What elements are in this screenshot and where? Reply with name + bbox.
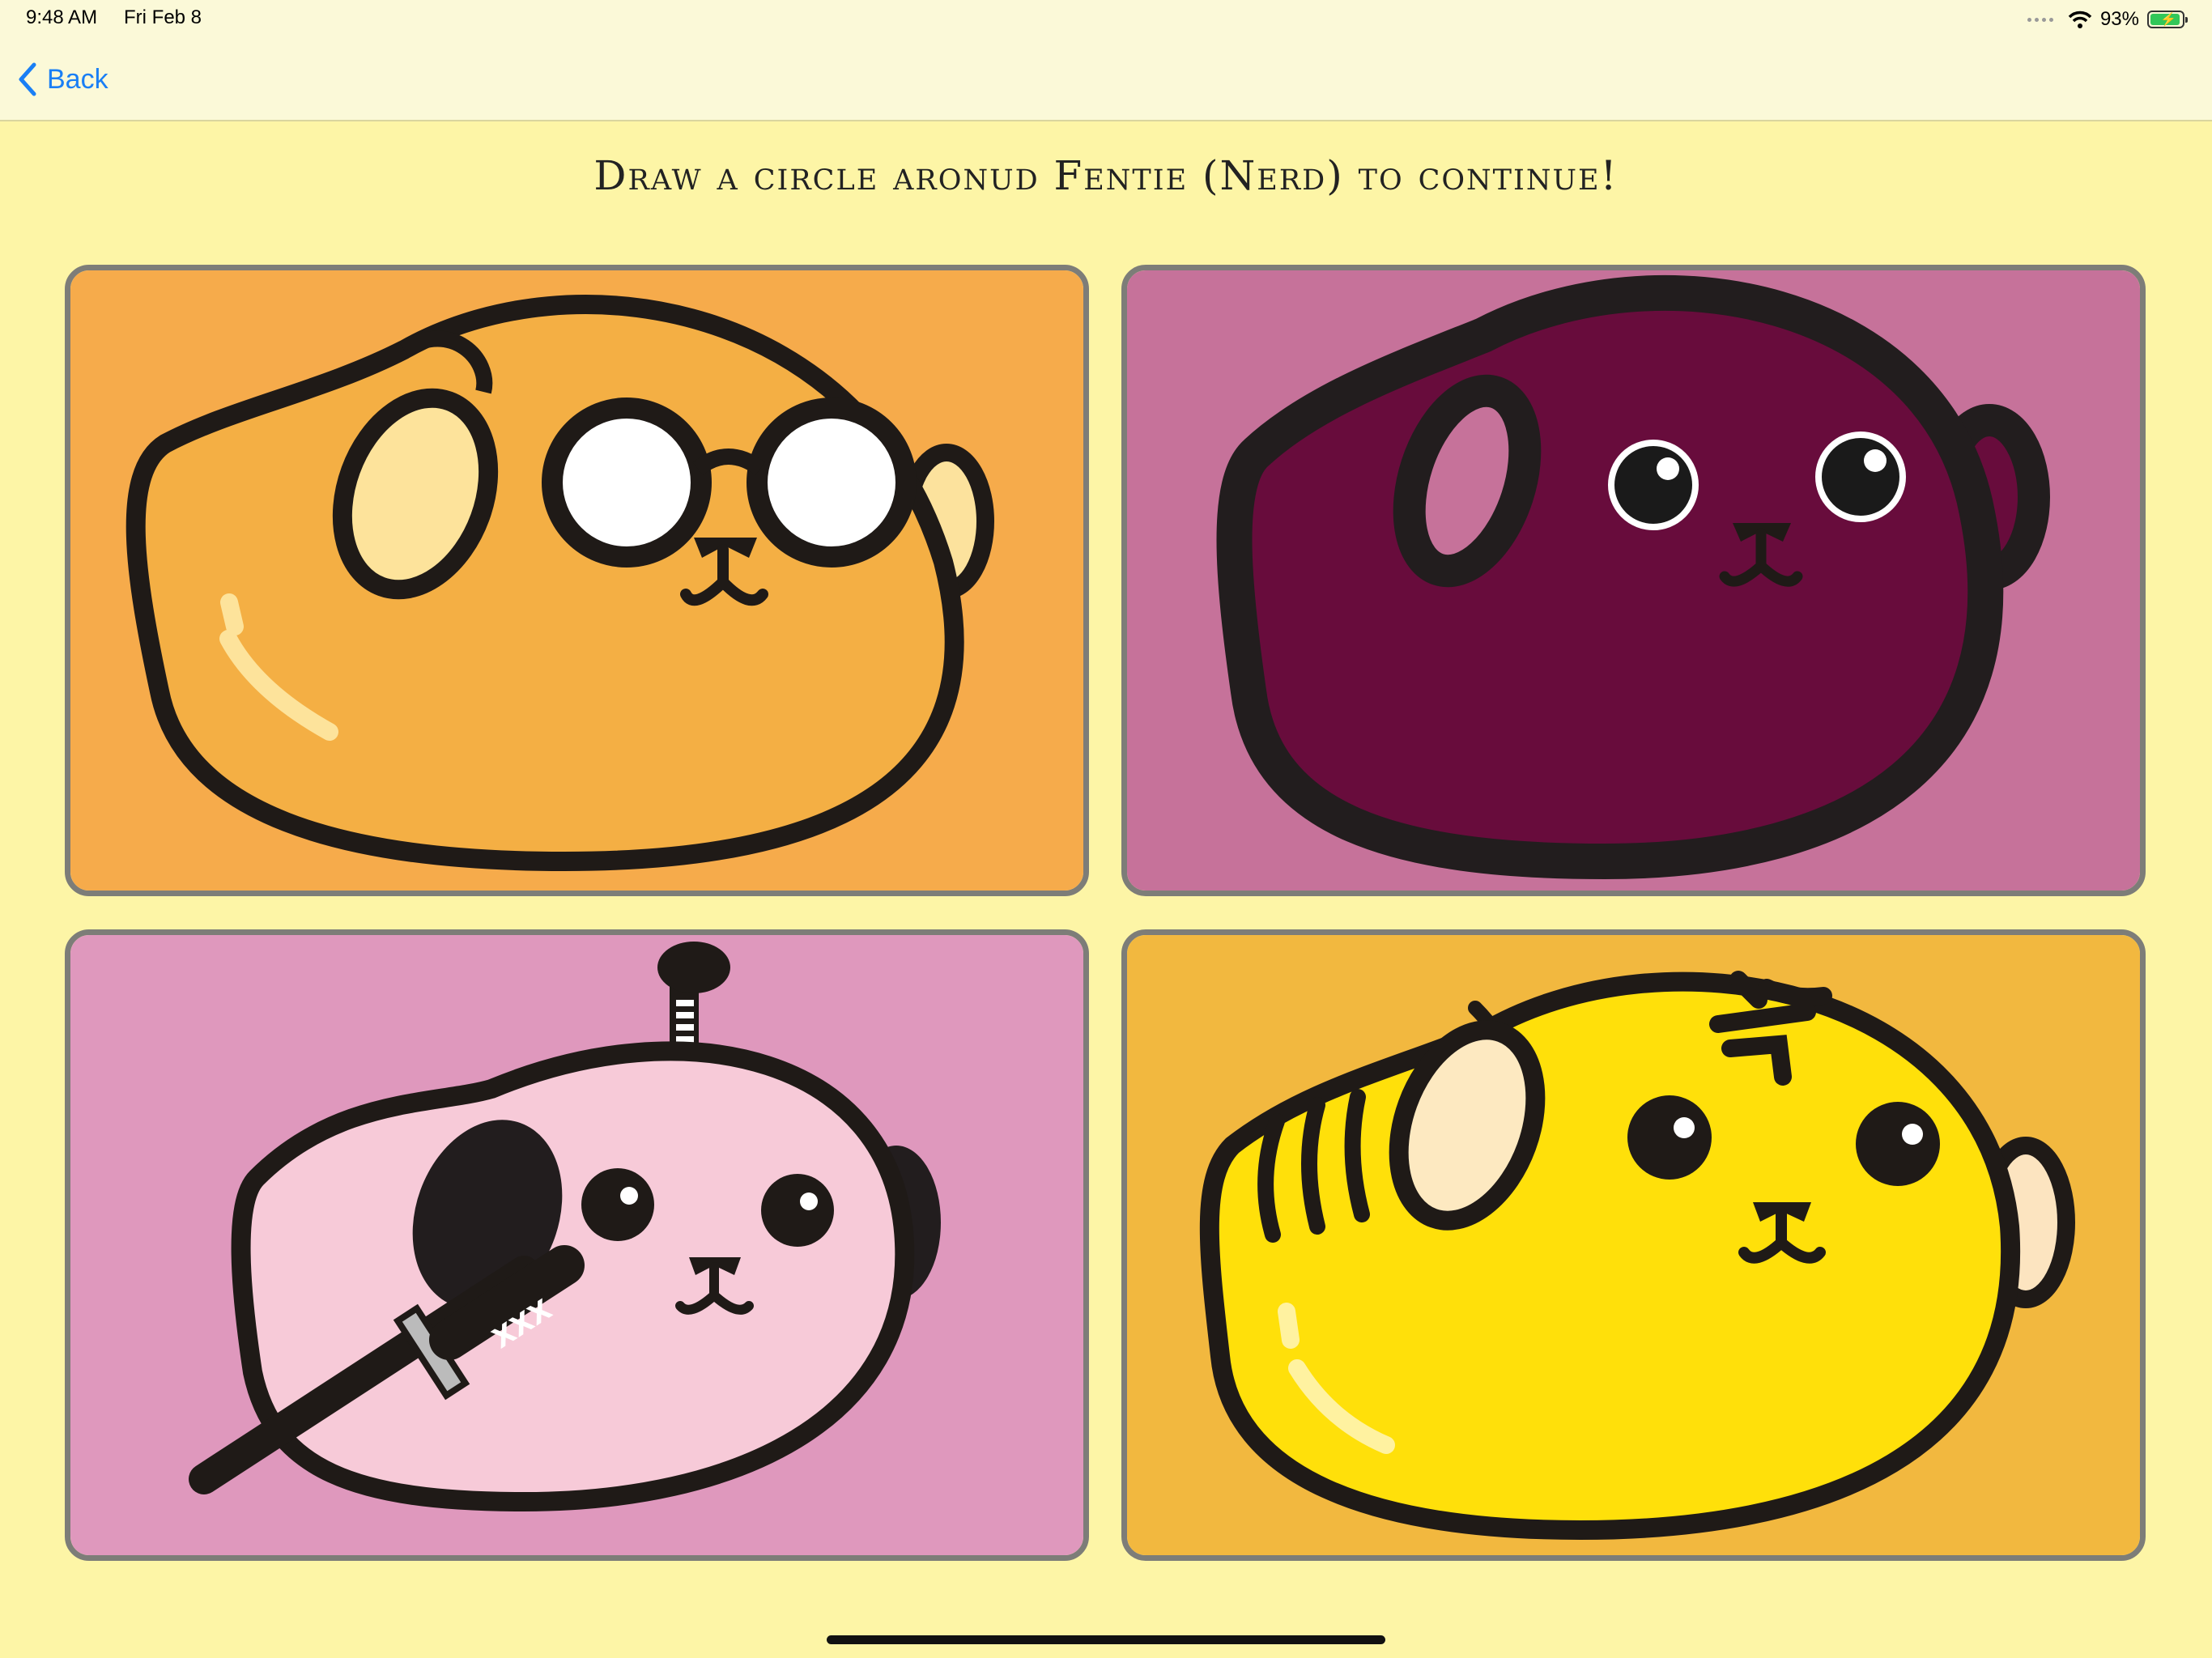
character-tile-pirate[interactable]: XXX [65,929,1089,1561]
chevron-left-icon [19,62,36,96]
status-date: Fri Feb 8 [124,6,202,28]
back-label: Back [47,63,108,95]
character-tile-nerd[interactable] [65,265,1089,896]
battery-percent: 93% [2099,8,2139,30]
status-indicators: 93% ⚡ [2027,5,2188,34]
character-tile-tiger[interactable] [1121,929,2146,1561]
status-bar: 9:48 AM Fri Feb 8 93% ⚡ [0,0,2212,39]
battery-charging-icon: ⚡ [2147,11,2188,28]
instruction-text: Draw a circle aronud Fentie (Nerd) to co… [593,152,1619,199]
back-button[interactable]: Back [18,57,108,102]
tiger-character-illustration [1127,935,2140,1555]
status-time: 9:48 AM [26,6,98,28]
nerd-character-illustration [70,270,1083,891]
character-tile-purple[interactable] [1121,265,2146,896]
cellular-dots-icon [2027,17,2053,22]
pirate-character-illustration: XXX [70,935,1083,1555]
home-indicator[interactable] [827,1635,1385,1644]
wifi-icon [2068,11,2092,28]
purple-character-illustration [1127,270,2140,891]
